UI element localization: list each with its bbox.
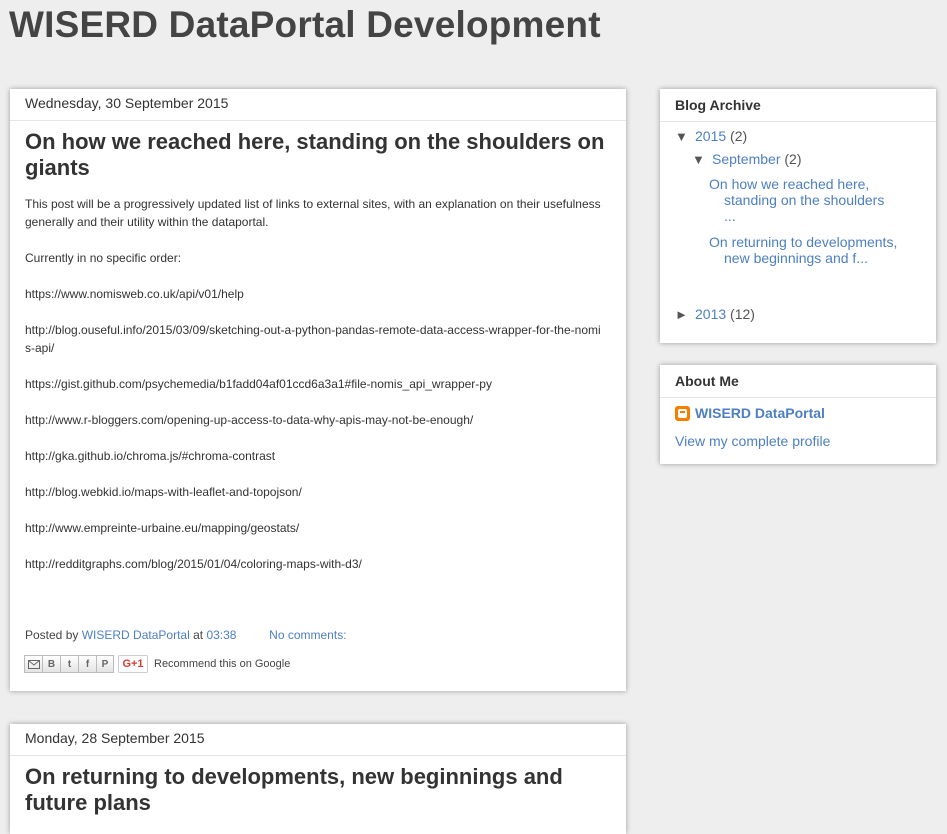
widget-title: Blog Archive — [660, 89, 936, 122]
archive-year-2015[interactable]: ▼ 2015 (2) — [675, 128, 747, 144]
archive-post-link[interactable]: On returning to developments, new beginn… — [709, 234, 899, 266]
archive-count: (12) — [730, 306, 755, 322]
post-link[interactable]: http://gka.github.io/chroma.js/#chroma-c… — [25, 447, 601, 465]
post-link[interactable]: http://redditgraphs.com/blog/2015/01/04/… — [25, 555, 601, 573]
share-row: B t f P G+1 Recommend this on Google — [24, 655, 290, 673]
facebook-share-button[interactable]: f — [78, 655, 96, 673]
post-date: Monday, 28 September 2015 — [10, 724, 626, 756]
twitter-share-button[interactable]: t — [60, 655, 78, 673]
widget-title: About Me — [660, 365, 936, 398]
facebook-icon: f — [85, 658, 90, 670]
post-intro: This post will be a progressively update… — [25, 197, 601, 229]
author-link[interactable]: WISERD DataPortal — [82, 628, 190, 642]
blog-archive-widget: Blog Archive ▼ 2015 (2) ▼ September (2) On… — [660, 89, 936, 343]
post-link[interactable]: https://gist.github.com/psychemedia/b1fa… — [25, 375, 601, 393]
pinterest-share-button[interactable]: P — [96, 655, 114, 673]
post-card: Wednesday, 30 September 2015 On how we r… — [10, 89, 626, 691]
post-title[interactable]: On how we reached here, standing on the … — [25, 129, 608, 181]
post-link[interactable]: http://www.r-bloggers.com/opening-up-acc… — [25, 411, 601, 429]
twitter-icon: t — [67, 658, 72, 670]
profile-row: WISERD DataPortal — [675, 405, 825, 421]
comments-link[interactable]: No comments: — [269, 628, 346, 642]
post-card: Monday, 28 September 2015 On returning t… — [10, 724, 626, 834]
blogger-share-icon: B — [47, 658, 56, 670]
about-me-widget: About Me WISERD DataPortal View my compl… — [660, 365, 936, 464]
archive-month-september[interactable]: ▼ September (2) — [692, 151, 802, 167]
profile-name-link[interactable]: WISERD DataPortal — [695, 405, 825, 421]
post-subheading: Currently in no specific order: — [25, 251, 182, 265]
pinterest-icon: P — [101, 658, 109, 670]
post-link[interactable]: http://blog.webkid.io/maps-with-leaflet-… — [25, 483, 601, 501]
post-title[interactable]: On returning to developments, new beginn… — [25, 764, 608, 816]
timestamp-link[interactable]: 03:38 — [206, 628, 236, 642]
collapse-toggle-icon[interactable]: ▼ — [692, 152, 712, 167]
expand-toggle-icon[interactable]: ► — [675, 307, 695, 322]
archive-month-label[interactable]: September — [712, 151, 780, 167]
collapse-toggle-icon[interactable]: ▼ — [675, 129, 695, 144]
archive-year-label[interactable]: 2015 — [695, 128, 726, 144]
blogthis-share-button[interactable]: B — [42, 655, 60, 673]
recommend-text: Recommend this on Google — [154, 658, 291, 670]
post-footer: Posted by WISERD DataPortal at 03:38 No … — [25, 628, 347, 642]
at-label: at — [193, 628, 204, 642]
post-date: Wednesday, 30 September 2015 — [10, 89, 626, 121]
google-plus-one-button[interactable]: G+1 — [118, 655, 148, 673]
post-link[interactable]: https://www.nomisweb.co.uk/api/v01/help — [25, 285, 601, 303]
email-share-button[interactable] — [24, 655, 42, 673]
archive-count: (2) — [730, 128, 748, 144]
post-link[interactable]: http://blog.ouseful.info/2015/03/09/sket… — [25, 321, 601, 357]
email-icon — [27, 659, 40, 669]
blog-title[interactable]: WISERD DataPortal Development — [9, 4, 601, 46]
post-link[interactable]: http://www.empreinte-urbaine.eu/mapping/… — [25, 519, 601, 537]
archive-count: (2) — [784, 151, 802, 167]
archive-year-2013[interactable]: ► 2013 (12) — [675, 306, 755, 322]
posted-by-label: Posted by — [25, 628, 79, 642]
blogger-icon — [675, 405, 690, 421]
post-body: This post will be a progressively update… — [25, 195, 601, 591]
archive-year-label[interactable]: 2013 — [695, 306, 726, 322]
archive-post-link[interactable]: On how we reached here, standing on the … — [709, 176, 899, 224]
view-profile-link[interactable]: View my complete profile — [675, 433, 830, 449]
